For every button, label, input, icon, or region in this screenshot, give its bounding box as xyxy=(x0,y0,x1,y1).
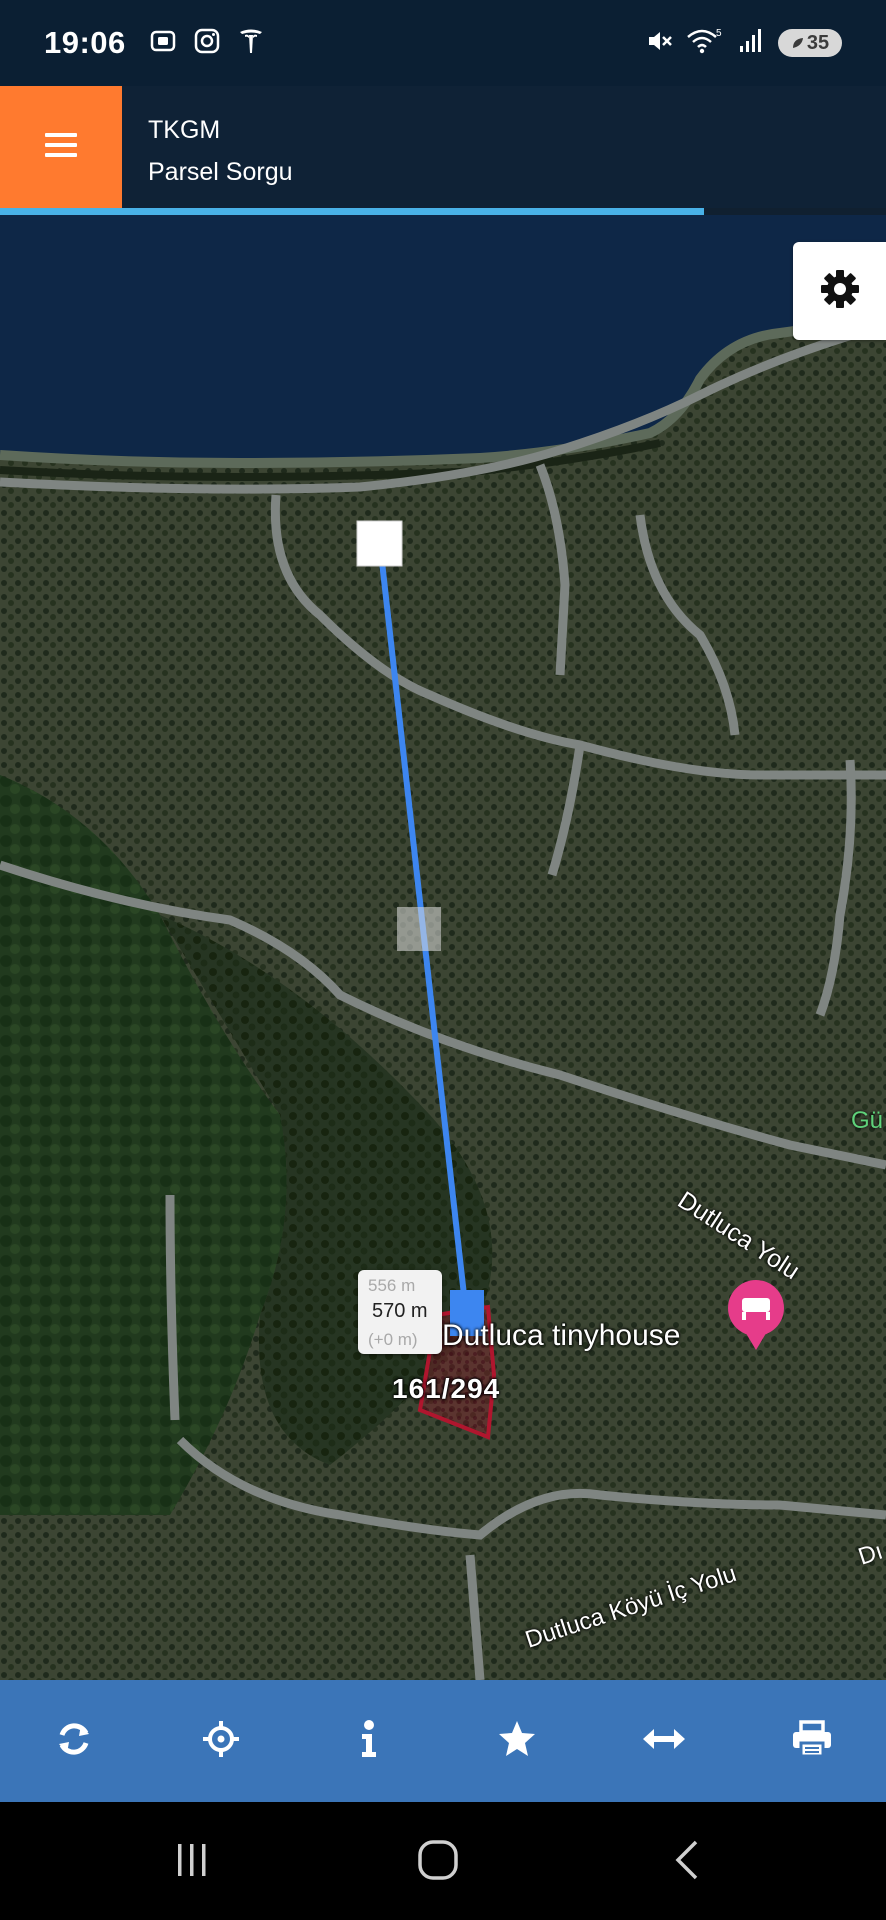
measure-start-handle[interactable] xyxy=(356,520,403,567)
edge-label-top: Gü xyxy=(851,1107,884,1134)
info-button[interactable] xyxy=(309,1686,429,1796)
refresh-icon xyxy=(54,1719,94,1764)
distance-tooltip: 556 m 570 m (+0 m) xyxy=(358,1270,442,1354)
status-bar: 19:06 5 35 xyxy=(0,0,886,86)
settings-button[interactable] xyxy=(793,242,886,340)
printer-icon xyxy=(791,1719,833,1764)
screenshot-icon xyxy=(148,26,178,61)
hamburger-icon xyxy=(45,131,77,164)
refresh-button[interactable] xyxy=(14,1686,134,1796)
mute-icon xyxy=(644,26,674,61)
measure-button[interactable] xyxy=(604,1686,724,1796)
satellite-map xyxy=(0,215,886,1680)
back-button[interactable] xyxy=(643,1822,733,1902)
header-titles: TKGM Parsel Sorgu xyxy=(148,114,293,188)
recents-button[interactable] xyxy=(147,1822,237,1902)
status-icons-right: 5 35 xyxy=(644,26,842,61)
locate-button[interactable] xyxy=(161,1686,281,1796)
battery-level: 35 xyxy=(806,31,830,54)
recents-icon xyxy=(172,1840,212,1885)
system-nav-bar xyxy=(0,1802,886,1920)
place-label[interactable]: Dutluca tinyhouse xyxy=(442,1319,680,1353)
home-icon xyxy=(416,1838,460,1887)
screen: 19:06 5 35 TKGM Parsel Sorgu Dutluca tin… xyxy=(0,0,886,1920)
home-button[interactable] xyxy=(393,1822,483,1902)
parcel-number-label[interactable]: 161/294 xyxy=(392,1373,500,1405)
status-icons-left xyxy=(148,26,266,61)
status-time: 19:06 xyxy=(44,25,126,60)
loading-progress-bar xyxy=(0,208,704,215)
crosshair-icon xyxy=(201,1719,241,1764)
menu-button[interactable] xyxy=(0,86,122,208)
app-title: TKGM xyxy=(148,116,221,144)
distance-previous: 556 m xyxy=(368,1276,416,1295)
app-header: TKGM Parsel Sorgu xyxy=(0,86,886,208)
info-icon xyxy=(357,1719,381,1764)
back-icon xyxy=(668,1838,708,1887)
gear-icon xyxy=(819,268,861,315)
print-button[interactable] xyxy=(752,1686,872,1796)
arrows-horizontal-icon xyxy=(642,1724,686,1759)
distance-value: 570 m xyxy=(372,1300,428,1322)
star-icon xyxy=(497,1719,537,1764)
distance-delta: (+0 m) xyxy=(368,1330,418,1349)
tesla-icon xyxy=(236,26,266,61)
map-view[interactable] xyxy=(0,215,886,1680)
instagram-icon xyxy=(192,26,222,61)
measure-mid-handle[interactable] xyxy=(397,907,441,951)
bottom-toolbar xyxy=(0,1680,886,1802)
svg-text:5: 5 xyxy=(716,28,722,39)
battery-icon: 35 xyxy=(778,29,842,57)
wifi-icon: 5 xyxy=(686,26,724,61)
favorite-button[interactable] xyxy=(457,1686,577,1796)
signal-icon xyxy=(736,26,766,61)
app-subtitle: Parsel Sorgu xyxy=(148,158,293,186)
